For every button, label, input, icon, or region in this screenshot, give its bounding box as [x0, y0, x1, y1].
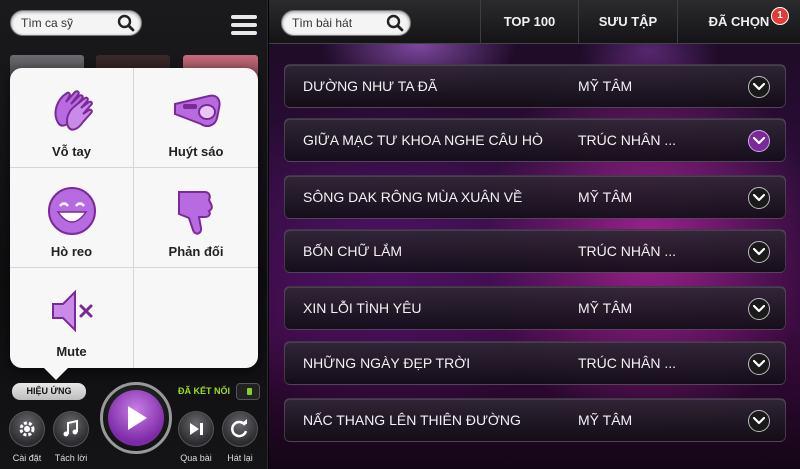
song-title: GIỮA MẠC TƯ KHOA NGHE CÂU HÒ: [303, 132, 543, 148]
chevron-down-icon[interactable]: [748, 410, 770, 432]
music-note-icon: [63, 419, 78, 437]
menu-icon[interactable]: [228, 10, 260, 40]
song-search-input[interactable]: [292, 14, 386, 32]
replay-icon: [231, 419, 248, 438]
song-title: BỐN CHỮ LẮM: [303, 243, 403, 259]
chevron-down-icon[interactable]: [748, 298, 770, 320]
effect-whistle-button[interactable]: Huýt sáo: [134, 68, 258, 168]
effect-empty-cell: [134, 268, 258, 368]
song-row[interactable]: SÔNG DAK RÔNG MÙA XUÂN VỀ MỸ TÂM: [284, 175, 786, 219]
gear-icon: [19, 421, 35, 437]
settings-button[interactable]: [9, 411, 45, 447]
song-artist: MỸ TÂM: [578, 78, 633, 94]
song-title: SÔNG DAK RÔNG MÙA XUÂN VỀ: [303, 189, 523, 205]
top-bar: TOP 100 SƯU TẬP ĐÃ CHỌN 1: [269, 0, 800, 44]
settings-label: Cài đặt: [12, 453, 42, 463]
vocal-remove-button[interactable]: [53, 411, 89, 447]
left-panel: Vỗ tay Huýt sáo Hò reo Phản đối: [0, 0, 268, 469]
effects-tab[interactable]: HIỆU ỨNG: [12, 383, 86, 400]
song-artist: MỸ TÂM: [578, 300, 633, 316]
song-artist: TRÚC NHÂN ...: [578, 355, 676, 371]
effect-label: Phản đối: [168, 244, 224, 259]
song-title: NẤC THANG LÊN THIÊN ĐƯỜNG: [303, 412, 521, 428]
song-row[interactable]: XIN LỖI TÌNH YÊU MỸ TÂM: [284, 286, 786, 330]
effect-label: Mute: [56, 344, 87, 359]
vocal-remove-label: Tách lời: [54, 453, 88, 463]
tab-collection[interactable]: SƯU TẬP: [578, 0, 677, 44]
song-title: DƯỜNG NHƯ TA ĐÃ: [303, 78, 438, 94]
song-row[interactable]: NHỮNG NGÀY ĐẸP TRỜI TRÚC NHÂN ...: [284, 341, 786, 385]
cheering-face-icon: [47, 187, 96, 235]
song-artist: MỸ TÂM: [578, 412, 633, 428]
artist-search-box[interactable]: [10, 10, 142, 36]
effects-popup: Vỗ tay Huýt sáo Hò reo Phản đối Mute: [10, 68, 258, 380]
connection-toggle[interactable]: [236, 383, 260, 400]
thumbs-down-icon: [178, 191, 213, 235]
effect-label: Hò reo: [50, 244, 93, 259]
song-artist: TRÚC NHÂN ...: [578, 132, 676, 148]
chevron-down-icon[interactable]: [748, 76, 770, 98]
effect-mute-button[interactable]: Mute: [10, 268, 134, 368]
song-title: XIN LỖI TÌNH YÊU: [303, 300, 422, 316]
chevron-down-icon[interactable]: [748, 187, 770, 209]
skip-label: Qua bài: [180, 453, 212, 463]
skip-button[interactable]: [178, 411, 214, 447]
effect-label: Huýt sáo: [168, 144, 224, 159]
effect-cheer-button[interactable]: Hò reo: [10, 168, 134, 268]
connection-status: ĐÃ KẾT NỐI: [178, 386, 231, 396]
effect-boo-button[interactable]: Phản đối: [134, 168, 258, 268]
search-icon[interactable]: [117, 14, 135, 32]
replay-label: Hát lại: [227, 453, 253, 463]
song-list-panel: TOP 100 SƯU TẬP ĐÃ CHỌN 1 DƯỜNG NHƯ TA Đ…: [269, 0, 800, 469]
mute-speaker-icon: [51, 289, 92, 333]
tab-top-100[interactable]: TOP 100: [480, 0, 578, 44]
chevron-down-icon[interactable]: [748, 130, 770, 152]
song-row[interactable]: NẤC THANG LÊN THIÊN ĐƯỜNG MỸ TÂM: [284, 398, 786, 442]
song-artist: TRÚC NHÂN ...: [578, 243, 676, 259]
whistle-icon: [174, 94, 221, 127]
song-title: NHỮNG NGÀY ĐẸP TRỜI: [303, 355, 471, 371]
chevron-down-icon[interactable]: [748, 241, 770, 263]
play-button[interactable]: [100, 382, 172, 454]
search-icon[interactable]: [386, 14, 404, 32]
song-row[interactable]: GIỮA MẠC TƯ KHOA NGHE CÂU HÒ TRÚC NHÂN ..…: [284, 118, 786, 162]
song-row[interactable]: DƯỜNG NHƯ TA ĐÃ MỸ TÂM: [284, 64, 786, 108]
song-row[interactable]: BỐN CHỮ LẮM TRÚC NHÂN ...: [284, 229, 786, 273]
song-search-box[interactable]: [281, 10, 411, 36]
replay-button[interactable]: [222, 411, 258, 447]
effect-label: Vỗ tay: [51, 144, 91, 159]
selected-count-badge: 1: [771, 7, 789, 25]
song-artist: MỸ TÂM: [578, 189, 633, 205]
play-icon: [128, 406, 147, 430]
skip-next-icon: [190, 423, 203, 435]
chevron-down-icon[interactable]: [748, 353, 770, 375]
artist-search-input[interactable]: [21, 14, 117, 32]
effect-clap-button[interactable]: Vỗ tay: [10, 68, 134, 168]
clapping-hands-icon: [54, 90, 93, 131]
